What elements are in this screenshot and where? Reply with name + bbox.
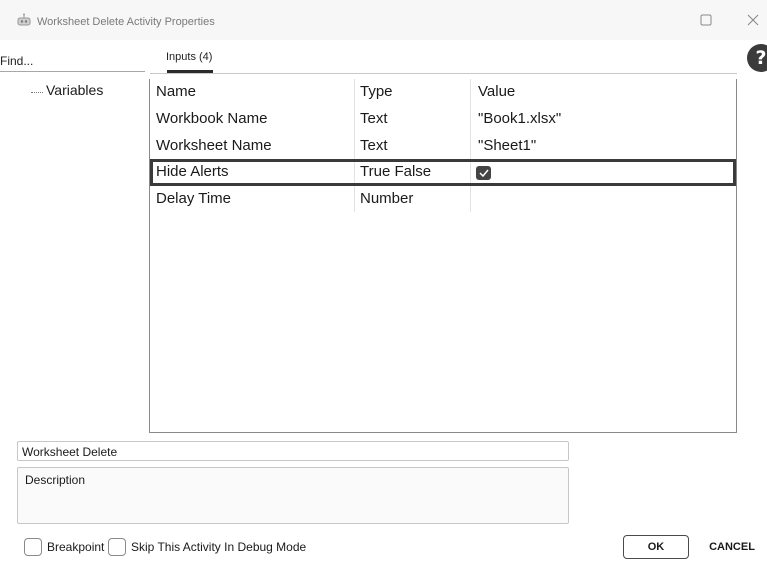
- grid-row-hide-alerts[interactable]: Hide Alerts True False: [150, 159, 736, 186]
- grid-row-delay-time[interactable]: Delay Time Number: [150, 186, 736, 213]
- activity-name-field[interactable]: Worksheet Delete: [17, 441, 569, 461]
- row-value-field[interactable]: "Book1.xlsx": [478, 110, 561, 127]
- column-header-type[interactable]: Type: [360, 83, 393, 100]
- cancel-button[interactable]: CANCEL: [704, 535, 760, 559]
- help-button[interactable]: ?: [747, 44, 767, 72]
- find-search-field[interactable]: Find...: [0, 54, 33, 68]
- maximize-icon: [700, 14, 712, 26]
- skip-debug-label: Skip This Activity In Debug Mode: [131, 540, 307, 554]
- hide-alerts-checkbox[interactable]: [476, 166, 491, 180]
- row-type: Text: [360, 137, 388, 154]
- window-title: Worksheet Delete Activity Properties: [37, 16, 215, 28]
- checkmark-icon: [478, 169, 489, 177]
- help-icon: ?: [755, 47, 767, 69]
- skip-debug-checkbox[interactable]: [108, 538, 126, 556]
- row-name: Worksheet Name: [156, 137, 272, 154]
- row-type: Number: [360, 190, 414, 207]
- find-underline: [0, 71, 145, 72]
- row-name: Delay Time: [156, 190, 232, 207]
- grid-header: Name Type Value: [150, 79, 736, 106]
- close-icon: [747, 14, 759, 26]
- breakpoint-label: Breakpoint: [47, 540, 105, 554]
- column-header-value[interactable]: Value: [478, 83, 515, 100]
- tree-item-variables[interactable]: Variables: [46, 82, 103, 98]
- variables-tree: Variables: [17, 79, 147, 431]
- row-type: True False: [360, 163, 432, 180]
- row-type: Text: [360, 110, 388, 127]
- row-name: Hide Alerts: [156, 163, 229, 180]
- grid-row-workbook-name[interactable]: Workbook Name Text "Book1.xlsx": [150, 106, 736, 133]
- robot-icon: [17, 13, 31, 26]
- description-field[interactable]: Description: [17, 467, 569, 524]
- tree-connector: [31, 92, 43, 93]
- row-value-field[interactable]: "Sheet1": [478, 137, 536, 154]
- properties-grid: Name Type Value Workbook Name Text "Book…: [149, 79, 737, 433]
- tabs-divider: [150, 73, 737, 74]
- close-button[interactable]: [741, 8, 765, 32]
- title-bar: Worksheet Delete Activity Properties: [0, 0, 767, 40]
- tab-inputs[interactable]: Inputs (4): [166, 51, 212, 63]
- grid-row-worksheet-name[interactable]: Worksheet Name Text "Sheet1": [150, 133, 736, 160]
- row-name: Workbook Name: [156, 110, 268, 127]
- breakpoint-checkbox[interactable]: [24, 538, 42, 556]
- ok-button[interactable]: OK: [623, 535, 689, 559]
- maximize-button[interactable]: [694, 8, 718, 32]
- column-header-name[interactable]: Name: [156, 83, 196, 100]
